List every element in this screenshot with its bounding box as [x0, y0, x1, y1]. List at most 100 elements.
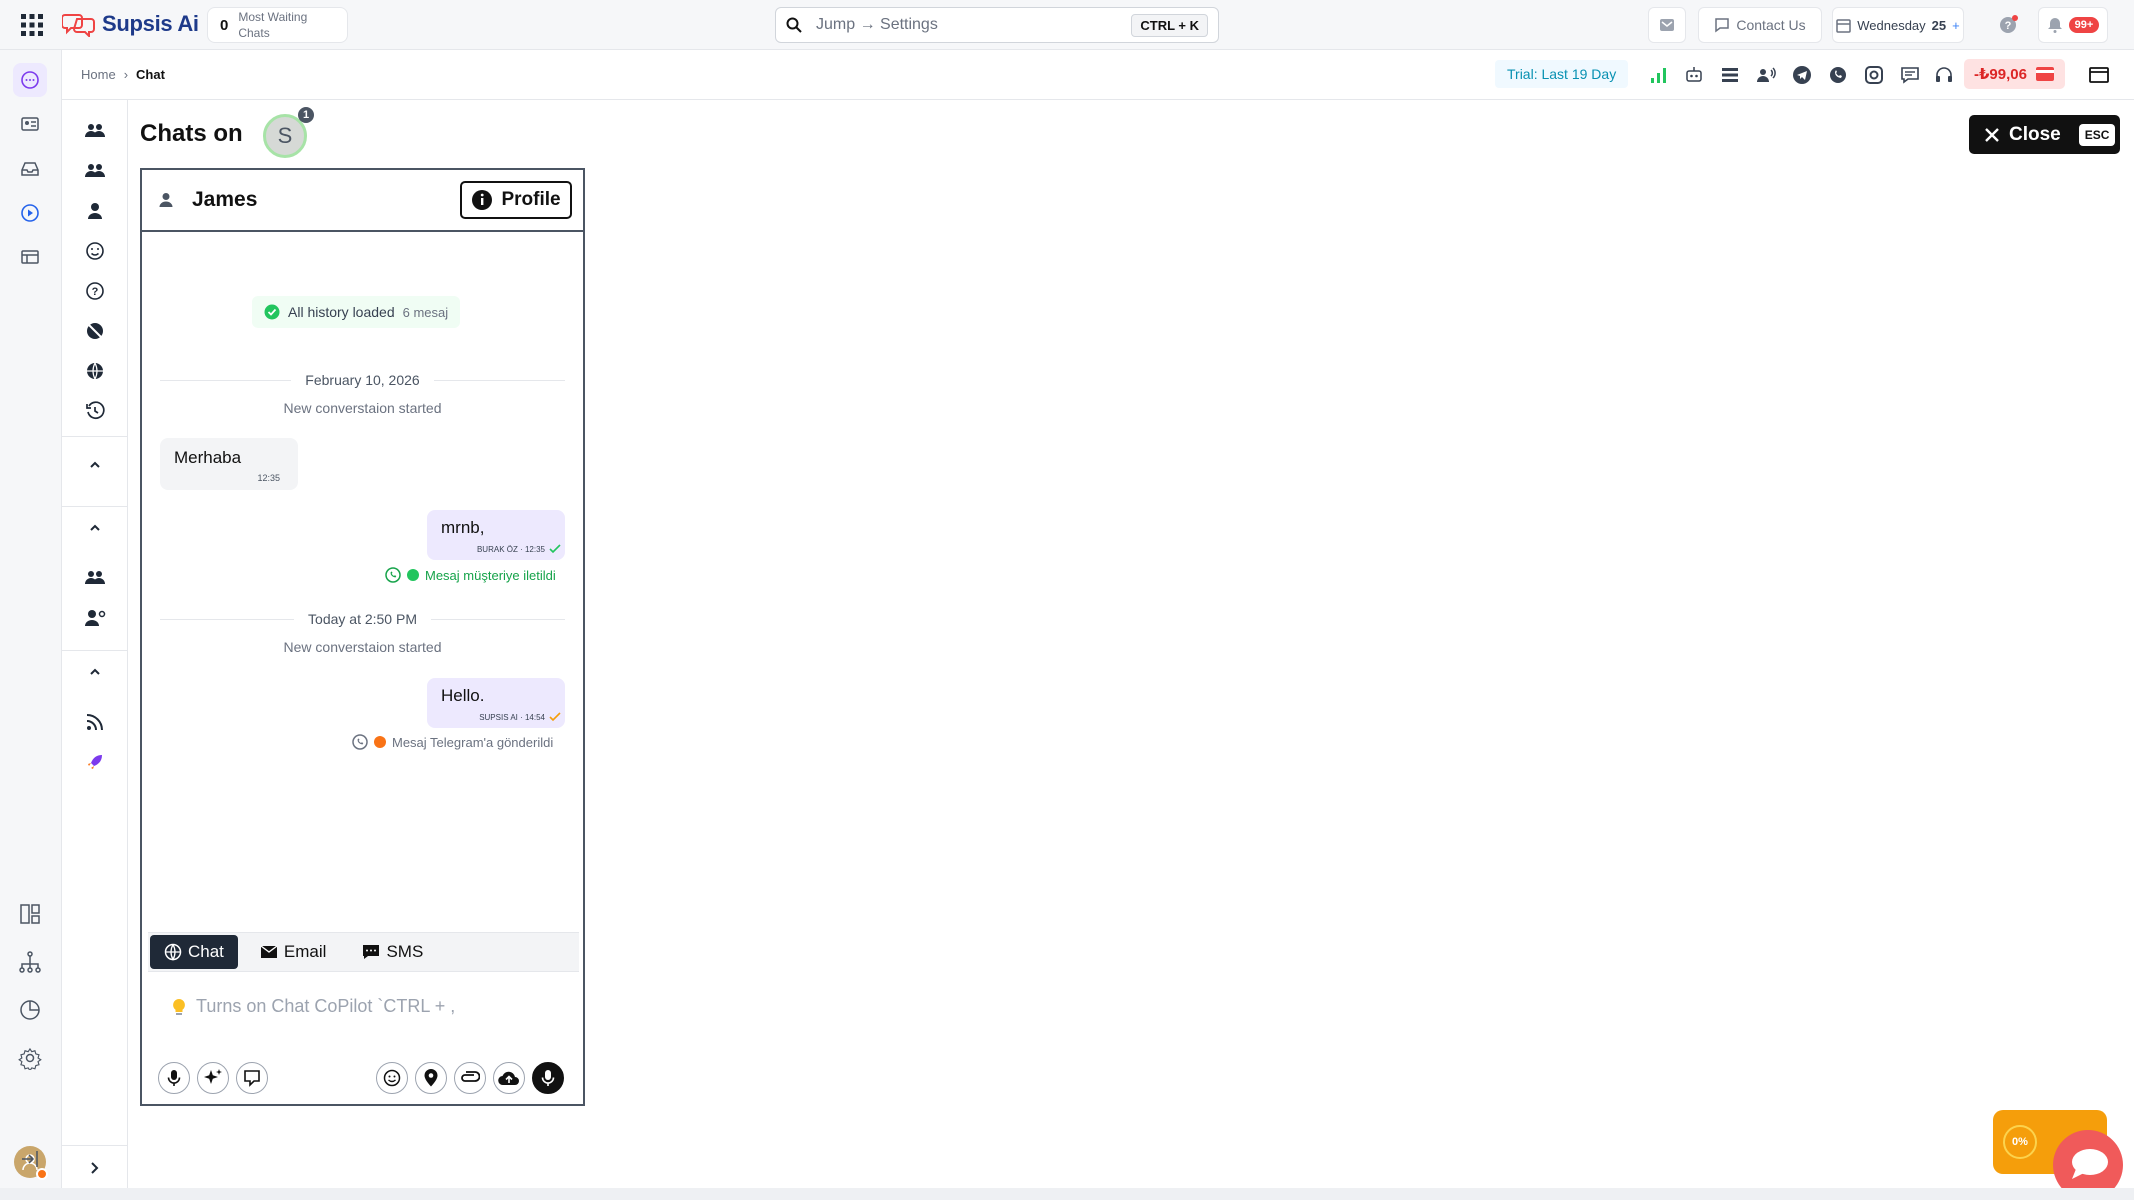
top-bar: Supsis Ai 0 Most Waiting Chats Jump → Se…: [0, 0, 2134, 50]
voice-input-button[interactable]: [158, 1062, 190, 1094]
rail-reports[interactable]: [13, 993, 47, 1027]
close-button[interactable]: Close ESC: [1969, 115, 2120, 154]
contact-name[interactable]: James: [192, 188, 257, 212]
inbox-button[interactable]: [1648, 7, 1686, 43]
help-icon: ?: [1998, 15, 2018, 35]
delivery-status: Mesaj Telegram'a gönderildi: [352, 734, 553, 750]
rail-contacts[interactable]: [13, 107, 47, 141]
chevron-right-icon[interactable]: [80, 1153, 110, 1183]
emoji-button[interactable]: [376, 1062, 408, 1094]
whatsapp-icon[interactable]: [1826, 63, 1850, 87]
envelope-icon: [260, 945, 278, 959]
bell-icon: [2047, 17, 2063, 33]
delivery-status: Mesaj müşteriye iletildi: [385, 567, 556, 583]
search-shortcut: CTRL + K: [1131, 13, 1208, 37]
sparkles-icon: [203, 1068, 223, 1088]
incoming-message[interactable]: Merhaba 12:35: [160, 438, 298, 490]
globe-blocked-icon[interactable]: [80, 316, 110, 346]
stats-icon[interactable]: [1647, 63, 1671, 87]
breadcrumb-current: Chat: [136, 67, 165, 82]
attach-button[interactable]: [454, 1062, 486, 1094]
whatsapp-icon: [385, 567, 401, 583]
rss-feed-icon[interactable]: [80, 707, 110, 737]
globe-icon[interactable]: [80, 356, 110, 386]
telegram-icon[interactable]: [1790, 63, 1814, 87]
breadcrumb-bar: Home › Chat Trial: Last 19 Day -₺99,06: [62, 50, 2134, 100]
question-circle-icon[interactable]: ?: [80, 276, 110, 306]
window-toggle-icon[interactable]: [2087, 63, 2111, 87]
rocket-icon[interactable]: [80, 747, 110, 777]
credit-balance[interactable]: -₺99,06: [1964, 59, 2065, 89]
chevron-up-icon[interactable]: [80, 513, 110, 543]
message-placeholder: Turns on Chat CoPilot `CTRL + ,: [196, 996, 456, 1016]
chevron-up-icon[interactable]: [80, 657, 110, 687]
credit-value: -₺99,06: [1974, 66, 2027, 83]
tab-label: Chat: [188, 942, 224, 961]
my-chats-user-icon[interactable]: [80, 196, 110, 226]
rail-layout[interactable]: [13, 897, 47, 931]
rail-settings[interactable]: [13, 1041, 47, 1075]
waiting-count: 0: [220, 16, 229, 34]
rail-collapse[interactable]: [13, 1142, 47, 1176]
search-icon: [786, 17, 802, 33]
record-audio-button[interactable]: [532, 1062, 564, 1094]
saved-replies-button[interactable]: [236, 1062, 268, 1094]
profile-button[interactable]: Profile: [460, 181, 572, 219]
upload-button[interactable]: [493, 1062, 525, 1094]
notifications-button[interactable]: 99+: [2038, 7, 2108, 43]
breadcrumb-home[interactable]: Home: [81, 67, 116, 82]
plus-icon: +: [1952, 17, 1960, 33]
date-button[interactable]: Wednesday 25 +: [1832, 7, 1964, 43]
outgoing-message[interactable]: Hello. SUPSIS AI · 14:54: [427, 678, 565, 728]
apps-grid-icon[interactable]: [20, 13, 44, 37]
outgoing-message[interactable]: mrnb, BURAK ÖZ · 12:35: [427, 510, 565, 560]
tab-chat[interactable]: Chat: [150, 935, 238, 969]
sms-icon: [362, 944, 380, 960]
logo-icon: [62, 11, 96, 37]
contact-us-button[interactable]: Contact Us: [1698, 7, 1822, 43]
ai-assist-button[interactable]: [197, 1062, 229, 1094]
gear-icon: [18, 1046, 42, 1070]
rail-browser[interactable]: [13, 240, 47, 274]
sms-icon[interactable]: [1898, 63, 1922, 87]
profile-label: Profile: [501, 189, 561, 210]
location-button[interactable]: [415, 1062, 447, 1094]
most-waiting-chats[interactable]: 0 Most Waiting Chats: [207, 7, 348, 43]
check-icon: [549, 544, 561, 554]
user-settings-icon[interactable]: [80, 603, 110, 633]
message-sender-time: SUPSIS AI · 14:54: [479, 712, 545, 722]
waiting-label: Most Waiting Chats: [238, 10, 308, 40]
whatsapp-icon: [352, 734, 368, 750]
message-meta: SUPSIS AI · 14:54: [479, 712, 561, 722]
rail-inbox[interactable]: [13, 152, 47, 186]
breadcrumb: Home › Chat: [81, 67, 165, 82]
message-text: mrnb,: [441, 518, 485, 537]
all-users-icon[interactable]: [80, 116, 110, 146]
date-separator: February 10, 2026: [160, 372, 565, 388]
smiley-icon[interactable]: [80, 236, 110, 266]
delivery-text: Mesaj Telegram'a gönderildi: [392, 734, 554, 750]
team-voice-icon[interactable]: [1754, 63, 1778, 87]
list-icon[interactable]: [1718, 63, 1742, 87]
chevron-up-icon[interactable]: [80, 450, 110, 480]
group-users-icon[interactable]: [80, 563, 110, 593]
message-input[interactable]: Turns on Chat CoPilot `CTRL + ,: [172, 996, 455, 1017]
tab-sms[interactable]: SMS: [348, 935, 437, 969]
microphone-icon: [166, 1069, 182, 1087]
play-circle-icon: [20, 203, 40, 223]
bot-icon[interactable]: [1682, 63, 1706, 87]
history-icon[interactable]: [80, 396, 110, 426]
headset-icon[interactable]: [1932, 63, 1956, 87]
brand-logo[interactable]: Supsis Ai: [62, 11, 199, 37]
rail-chats[interactable]: [13, 63, 47, 97]
instagram-icon[interactable]: [1862, 63, 1886, 87]
notifications-badge: 99+: [2068, 17, 2100, 33]
search-input[interactable]: Jump → Settings CTRL + K: [775, 7, 1219, 43]
tab-email[interactable]: Email: [246, 935, 341, 969]
rail-hierarchy[interactable]: [13, 945, 47, 979]
trial-badge[interactable]: Trial: Last 19 Day: [1495, 60, 1629, 88]
team-users-icon[interactable]: [80, 156, 110, 186]
help-button[interactable]: ?: [1994, 7, 2022, 43]
rail-play[interactable]: [13, 196, 47, 230]
conversation-started-note: New converstaion started: [283, 400, 442, 416]
